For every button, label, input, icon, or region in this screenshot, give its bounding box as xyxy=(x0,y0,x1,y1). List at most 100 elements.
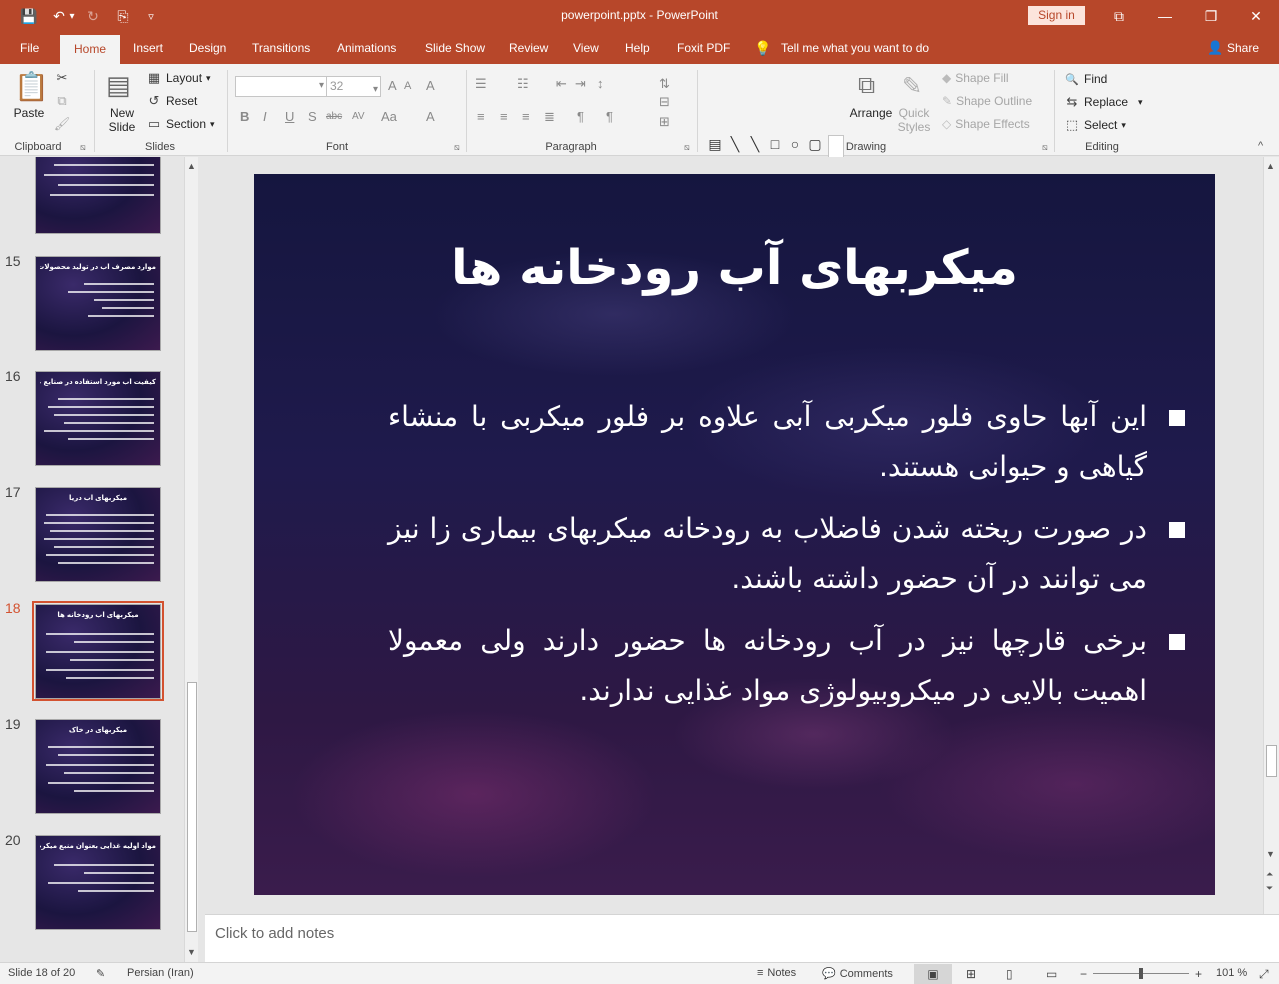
slide-content-placeholder[interactable]: این آبها حاوی فلور میکربی آبی علاوه بر ف… xyxy=(388,392,1185,728)
oval-shape-icon[interactable]: ○ xyxy=(786,135,804,153)
quick-styles-icon[interactable]: ✎ xyxy=(902,72,922,101)
collapse-ribbon-icon[interactable]: ^ xyxy=(1258,140,1263,152)
slide-thumbnail[interactable]: میکربهای آب دریا xyxy=(35,487,161,582)
bullets-icon[interactable]: ☰ xyxy=(475,76,487,92)
tab-review[interactable]: Review xyxy=(509,32,548,64)
language-indicator[interactable]: Persian (Iran) xyxy=(127,967,194,979)
shape-effects-button[interactable]: ◇ Shape Effects xyxy=(942,117,1030,131)
copy-icon[interactable]: ⧉ xyxy=(54,93,70,109)
line-spacing-icon[interactable]: ↕ xyxy=(597,76,604,91)
format-painter-icon[interactable]: 🖌 xyxy=(54,116,71,132)
next-slide-icon[interactable]: ⏷ xyxy=(1266,883,1273,894)
fit-to-window-icon[interactable]: ⤢ xyxy=(1259,967,1269,982)
normal-view-icon[interactable]: ▣ xyxy=(914,964,952,984)
text-shadow-button[interactable]: S xyxy=(308,109,317,124)
character-spacing-button[interactable]: AV xyxy=(352,111,365,122)
smartart-icon[interactable]: ⊞ xyxy=(659,114,670,130)
paste-icon[interactable]: 📋 xyxy=(14,70,49,103)
increase-indent-icon[interactable]: ⇥ xyxy=(575,76,586,92)
undo-dropdown-icon[interactable]: ▾ xyxy=(66,6,78,26)
slide-thumbnail[interactable]: کیفیت آب مورد استفاده در صنایع غذایی xyxy=(35,371,161,466)
previous-slide-icon[interactable]: ⏶ xyxy=(1266,869,1273,880)
increase-font-icon[interactable]: A xyxy=(388,78,397,93)
tell-me-search[interactable]: Tell me what you want to do xyxy=(781,32,929,64)
minimize-icon[interactable]: — xyxy=(1142,0,1188,32)
rounded-rectangle-shape-icon[interactable]: ▢ xyxy=(806,135,824,153)
font-size-combo[interactable]: 32 ▾ xyxy=(326,76,381,97)
customize-toolbar-icon[interactable]: ▿ xyxy=(140,6,162,26)
present-from-beginning-icon[interactable]: ⎘ xyxy=(112,6,134,26)
slide-vertical-scrollbar[interactable]: ▲ ▼ ⏶ ⏷ xyxy=(1263,157,1279,914)
new-slide-button[interactable]: New Slide xyxy=(100,106,144,134)
align-left-icon[interactable]: ≡ xyxy=(477,109,485,124)
close-icon[interactable]: ✕ xyxy=(1233,0,1279,32)
paragraph-launcher-icon[interactable]: ⧅ xyxy=(684,142,690,153)
tab-file[interactable]: File xyxy=(20,32,39,64)
numbering-icon[interactable]: ☷ xyxy=(517,76,529,92)
tab-insert[interactable]: Insert xyxy=(133,32,163,64)
paste-button[interactable]: Paste xyxy=(10,106,48,120)
slide-scroll-thumb[interactable] xyxy=(1266,745,1277,777)
new-slide-icon[interactable]: ▤ xyxy=(106,70,131,101)
slide-show-view-icon[interactable]: ▭ xyxy=(1046,967,1057,981)
slide-thumbnail[interactable]: مواد اولیه غذایی بعنوان منبع میکرب xyxy=(35,835,161,930)
clear-formatting-icon[interactable]: A xyxy=(426,78,435,93)
textbox-shape-icon[interactable]: ▤ xyxy=(706,135,724,153)
slide-title[interactable]: میکربهای آب رودخانه ها xyxy=(254,240,1215,296)
italic-button[interactable]: I xyxy=(263,109,267,124)
underline-button[interactable]: U xyxy=(285,109,294,124)
tab-slide-show[interactable]: Slide Show xyxy=(425,32,485,64)
replace-button[interactable]: ⇆ Replace ▾ xyxy=(1064,94,1143,110)
line-shape-icon[interactable]: ╲ xyxy=(746,135,764,153)
bold-button[interactable]: B xyxy=(240,109,249,124)
shape-outline-button[interactable]: ✎ Shape Outline xyxy=(942,94,1032,108)
font-name-combo[interactable]: ▾ xyxy=(235,76,327,97)
reset-button[interactable]: ↺ Reset xyxy=(146,93,198,109)
save-icon[interactable]: 💾 xyxy=(18,6,40,26)
arrange-icon[interactable]: ⧉ xyxy=(858,72,875,100)
text-direction-icon[interactable]: ⇅ xyxy=(659,76,670,92)
thumbnails-scroll-thumb[interactable] xyxy=(187,682,197,932)
tab-design[interactable]: Design xyxy=(189,32,226,64)
reading-view-icon[interactable]: ▯ xyxy=(1006,967,1013,981)
layout-button[interactable]: ▦ Layout ▾ xyxy=(146,70,211,86)
section-button[interactable]: ▭ Section ▾ xyxy=(146,116,215,132)
arrange-button[interactable]: Arrange xyxy=(848,106,894,120)
line-shape-icon[interactable]: ╲ xyxy=(726,135,744,153)
zoom-slider-thumb[interactable] xyxy=(1139,968,1143,979)
slide-thumbnail[interactable] xyxy=(35,157,161,234)
ltr-icon[interactable]: ¶ xyxy=(577,109,584,124)
align-text-icon[interactable]: ⊟ xyxy=(659,94,670,110)
spell-check-icon[interactable]: ✎ xyxy=(96,967,105,980)
restore-icon[interactable]: ❐ xyxy=(1188,0,1234,32)
font-launcher-icon[interactable]: ⧅ xyxy=(454,142,460,153)
redo-icon[interactable]: ↻ xyxy=(82,6,104,26)
zoom-out-icon[interactable]: − xyxy=(1080,967,1087,981)
decrease-font-icon[interactable]: A xyxy=(404,80,411,92)
notes-toggle-button[interactable]: ≡ Notes xyxy=(757,967,796,979)
decrease-indent-icon[interactable]: ⇤ xyxy=(556,76,567,92)
zoom-in-icon[interactable]: + xyxy=(1195,967,1202,981)
tab-home[interactable]: Home xyxy=(60,35,120,64)
find-button[interactable]: 🔍 Find xyxy=(1064,71,1107,87)
share-button[interactable]: Share xyxy=(1227,32,1259,64)
font-color-button[interactable]: A xyxy=(426,109,435,124)
change-case-button[interactable]: Aa xyxy=(381,109,397,124)
justify-icon[interactable]: ≣ xyxy=(544,109,555,125)
slide-thumbnail[interactable]: میکربهای در خاک xyxy=(35,719,161,814)
comments-button[interactable]: 💬 Comments xyxy=(822,967,893,981)
notes-placeholder[interactable]: Click to add notes xyxy=(215,925,334,942)
thumbnails-scrollbar[interactable]: ▲ ▼ xyxy=(184,157,198,962)
quick-styles-button[interactable]: Quick Styles xyxy=(894,106,934,134)
slide-canvas[interactable]: میکربهای آب رودخانه ها این آبها حاوی فلو… xyxy=(254,174,1215,895)
zoom-level[interactable]: 101 % xyxy=(1216,967,1247,979)
ribbon-display-options-icon[interactable]: ⧉ xyxy=(1096,0,1142,32)
shape-fill-button[interactable]: ◆ Shape Fill xyxy=(942,71,1009,85)
slide-thumbnail-selected[interactable]: میکربهای آب رودخانه ها xyxy=(35,604,161,699)
tab-view[interactable]: View xyxy=(573,32,599,64)
tab-transitions[interactable]: Transitions xyxy=(252,32,310,64)
slide-sorter-view-icon[interactable]: ⊞ xyxy=(966,967,976,981)
rectangle-shape-icon[interactable]: □ xyxy=(766,135,784,153)
slide-thumbnail[interactable]: موارد مصرف آب در تولید محصولات غذایی xyxy=(35,256,161,351)
tab-foxit-pdf[interactable]: Foxit PDF xyxy=(677,32,730,64)
